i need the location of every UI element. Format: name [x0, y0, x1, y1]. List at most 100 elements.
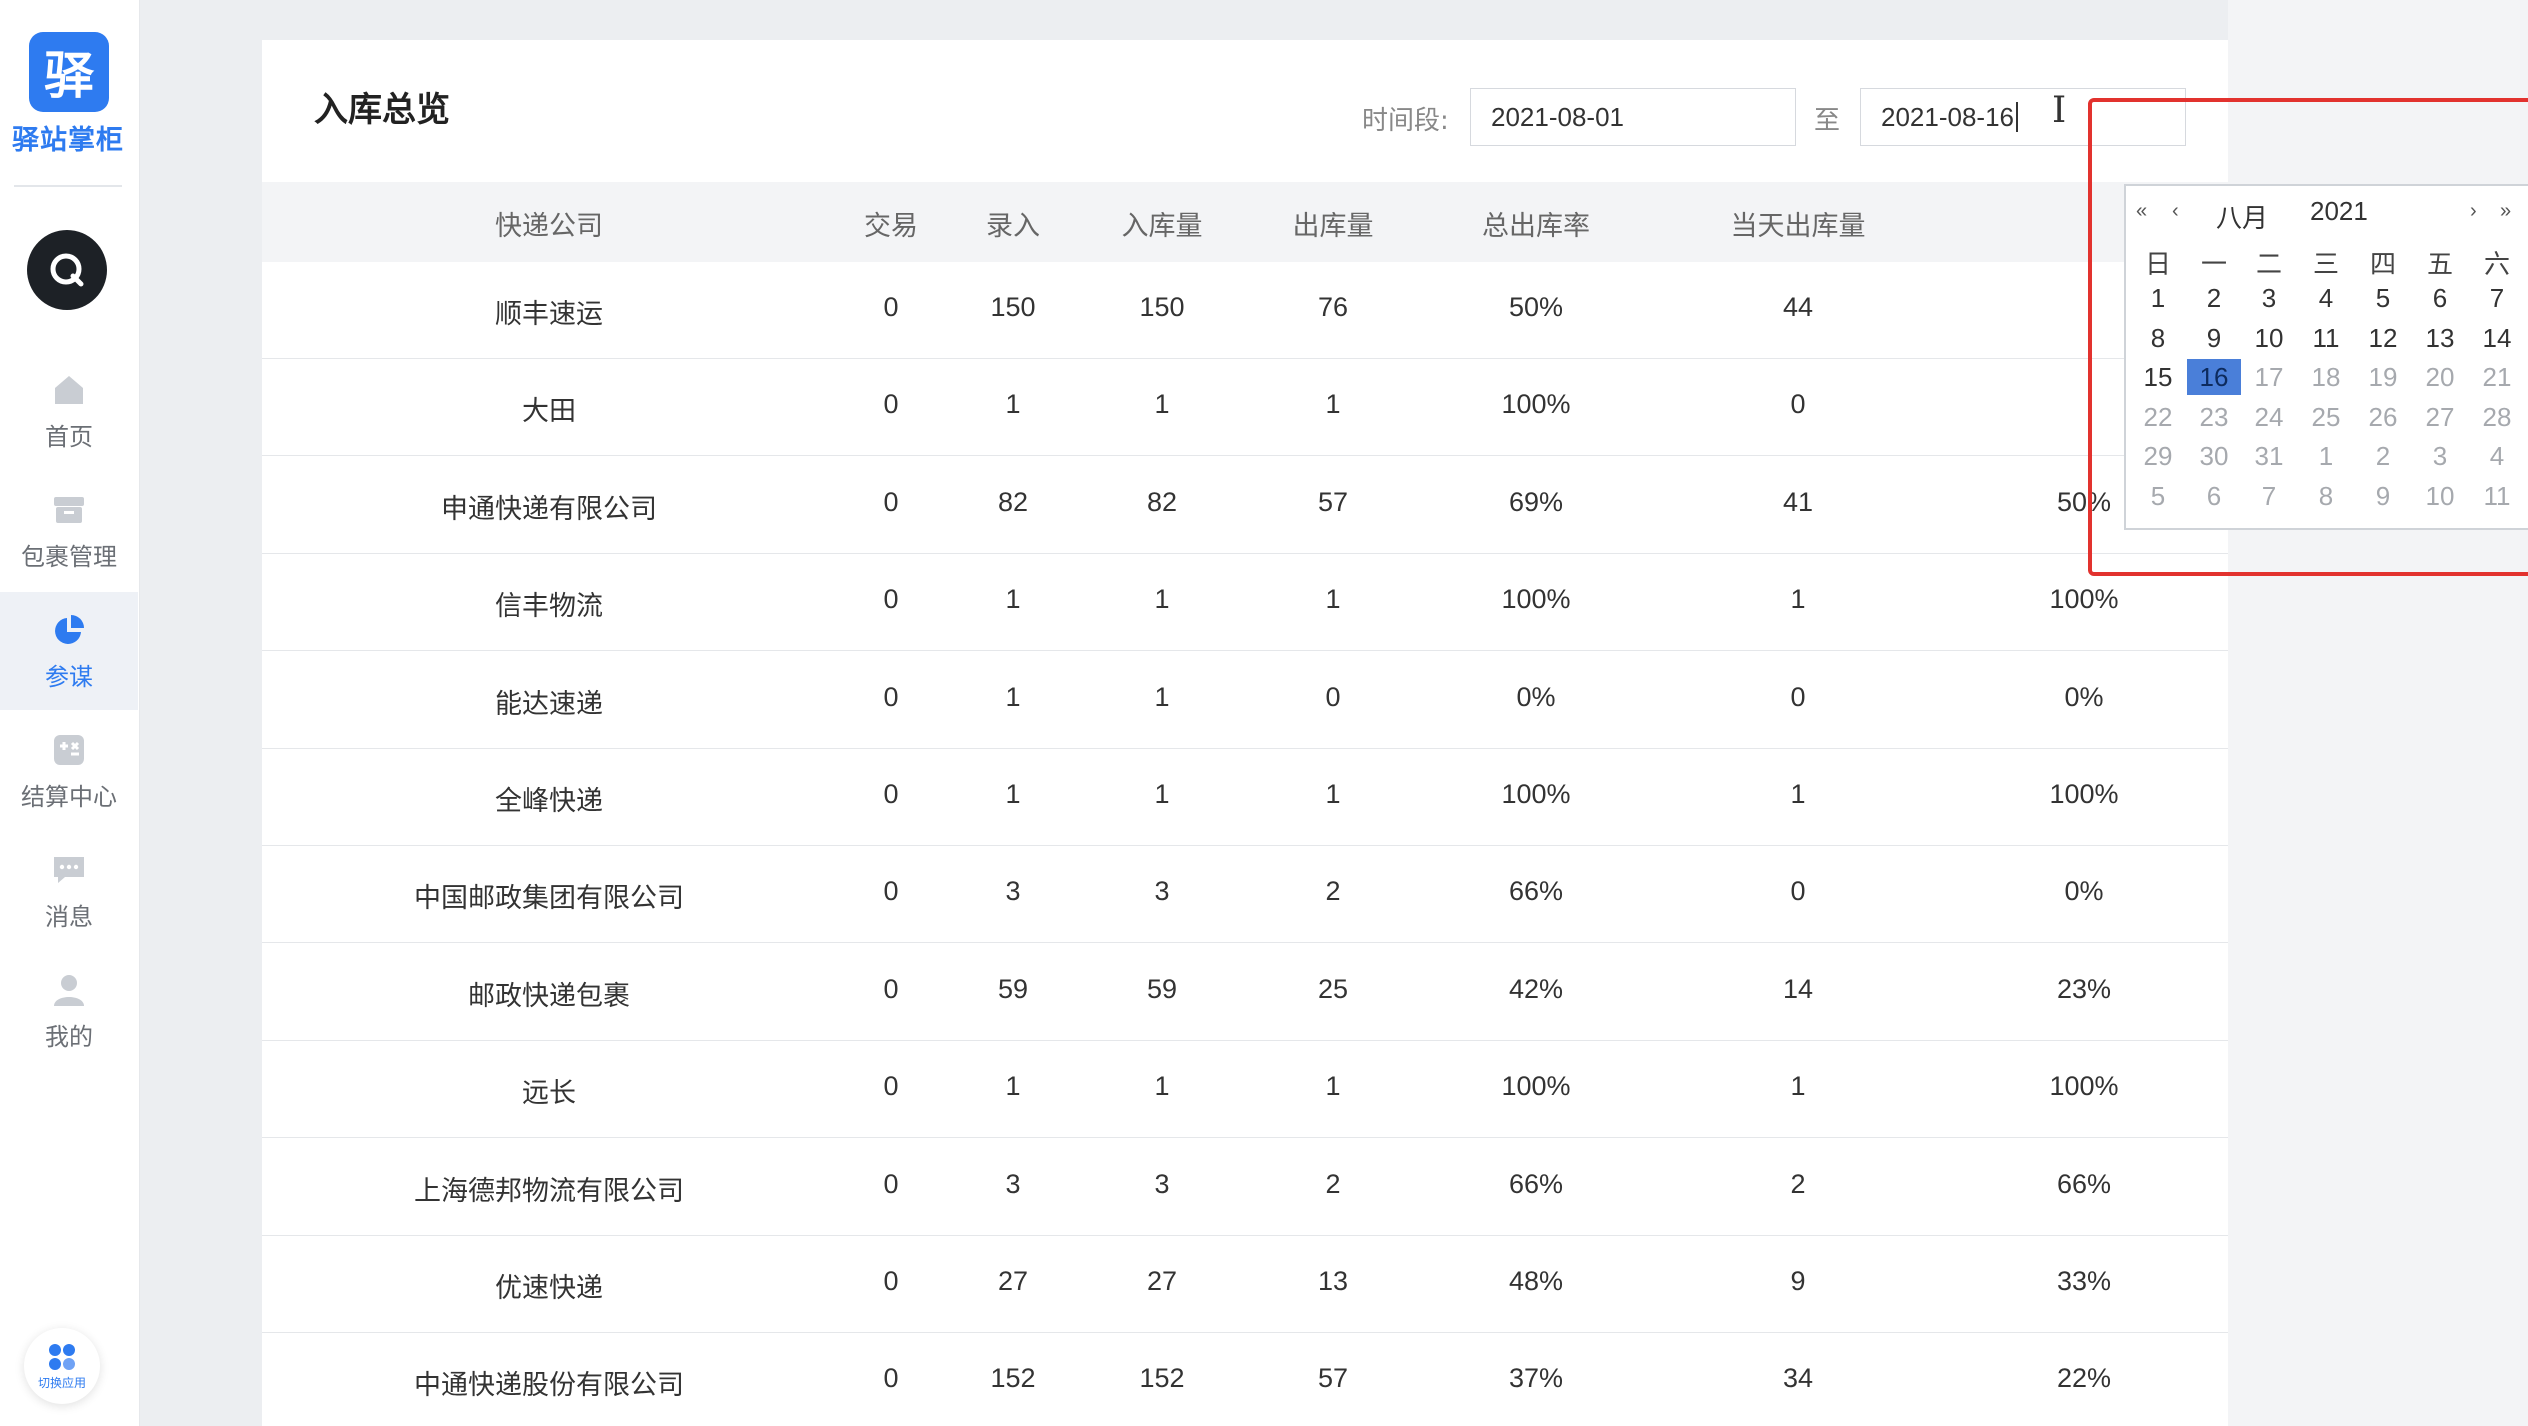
calendar-day[interactable]: 9	[2356, 478, 2410, 514]
table-cell: 0%	[2064, 876, 2104, 907]
calendar-day[interactable]: 18	[2299, 359, 2353, 395]
calendar-day[interactable]: 10	[2413, 478, 2467, 514]
table-row[interactable]: 信丰物流 0 1 1 1 100% 1 100%	[262, 554, 2228, 652]
start-date-input[interactable]: 2021-08-01	[1470, 88, 1796, 146]
table-cell: 42%	[1508, 973, 1564, 1004]
package-icon	[50, 491, 88, 529]
table-cell: 27	[1146, 1266, 1178, 1296]
calendar-day[interactable]: 11	[2299, 320, 2353, 356]
calendar-day[interactable]: 23	[2187, 399, 2241, 435]
table-cell: 0%	[2064, 681, 2104, 712]
prev-year-button[interactable]: «	[2136, 200, 2147, 223]
calendar-day[interactable]: 27	[2413, 399, 2467, 435]
table-cell: 57	[1317, 486, 1349, 517]
calendar-day[interactable]: 21	[2470, 359, 2524, 395]
search-button[interactable]	[27, 230, 107, 310]
calendar-month[interactable]: 八月	[2216, 198, 2268, 235]
calendar-day[interactable]: 15	[2131, 359, 2185, 395]
calendar-day[interactable]: 2	[2187, 280, 2241, 316]
sidebar-item-profile[interactable]: 我的	[0, 952, 138, 1070]
calendar-day[interactable]: 31	[2242, 438, 2296, 474]
start-date-value: 2021-08-01	[1491, 101, 1624, 132]
calendar-day[interactable]: 26	[2356, 399, 2410, 435]
date-range-label: 时间段:	[1362, 106, 1449, 136]
prev-month-button[interactable]: ‹	[2172, 200, 2179, 223]
calendar-day[interactable]: 5	[2131, 478, 2185, 514]
calendar-day[interactable]: 8	[2131, 320, 2185, 356]
table-cell: 1	[1154, 1071, 1170, 1102]
table-cell: 0	[883, 681, 899, 712]
calendar-day[interactable]: 13	[2413, 320, 2467, 356]
next-year-button[interactable]: »	[2500, 200, 2511, 223]
calendar-day[interactable]: 1	[2299, 438, 2353, 474]
column-header: 录入	[986, 211, 1040, 242]
table-row[interactable]: 优速快递 0 27 27 13 48% 9 33%	[262, 1236, 2228, 1333]
table-cell: 2	[1790, 1168, 1806, 1199]
calendar-day[interactable]: 28	[2470, 399, 2524, 435]
table-row[interactable]: 上海德邦物流有限公司 0 3 3 2 66% 2 66%	[262, 1139, 2228, 1236]
sidebar-item-messages[interactable]: 消息	[0, 832, 138, 950]
table-cell: 0	[883, 1363, 899, 1394]
calendar-day[interactable]: 3	[2413, 438, 2467, 474]
next-month-button[interactable]: ›	[2470, 200, 2477, 223]
table-row[interactable]: 邮政快递包裹 0 59 59 25 42% 14 23%	[262, 944, 2228, 1041]
sidebar-item-settlement[interactable]: 结算中心	[0, 712, 138, 830]
table-row[interactable]: 中通快递股份有限公司 0 152 152 57 37% 34 22%	[262, 1333, 2228, 1426]
calendar-day[interactable]: 10	[2242, 320, 2296, 356]
calendar-day[interactable]: 8	[2299, 478, 2353, 514]
table-row[interactable]: 能达速递 0 1 1 0 0% 0 0%	[262, 652, 2228, 749]
calendar-day[interactable]: 19	[2356, 359, 2410, 395]
calendar-day[interactable]: 24	[2242, 399, 2296, 435]
table-cell: 0	[883, 1266, 899, 1296]
table-row[interactable]: 远长 0 1 1 1 100% 1 100%	[262, 1041, 2228, 1139]
table-cell: 1	[1790, 584, 1806, 615]
calendar-day[interactable]: 11	[2470, 478, 2524, 514]
table-cell: 44	[1782, 292, 1814, 322]
calendar-day[interactable]: 9	[2187, 320, 2241, 356]
table-cell: 1	[1154, 681, 1170, 712]
sidebar-item-packages[interactable]: 包裹管理	[0, 472, 138, 590]
page-title: 入库总览	[314, 90, 450, 130]
search-icon	[50, 253, 84, 287]
calendar-day[interactable]: 30	[2187, 438, 2241, 474]
calendar-day[interactable]: 3	[2242, 280, 2296, 316]
table-row[interactable]: 中国邮政集团有限公司 0 3 3 2 66% 0 0%	[262, 846, 2228, 944]
table-cell: 1	[1154, 389, 1170, 420]
calendar-day[interactable]: 20	[2413, 359, 2467, 395]
sidebar-item-home[interactable]: 首页	[0, 352, 138, 470]
calendar-day[interactable]: 25	[2299, 399, 2353, 435]
calendar-day[interactable]: 12	[2356, 320, 2410, 356]
calendar-year[interactable]: 2021	[2310, 196, 2368, 227]
table-row[interactable]: 申通快递有限公司 0 82 82 57 69% 41 50%	[262, 457, 2228, 554]
table-row[interactable]: 顺丰速运 0 150 150 76 50% 44	[262, 262, 2228, 359]
column-header: 入库量	[1121, 211, 1203, 242]
calendar-day[interactable]: 6	[2413, 280, 2467, 316]
table-cell: 0	[1790, 389, 1806, 420]
table-row[interactable]: 大田 0 1 1 1 100% 0	[262, 359, 2228, 457]
calendar-day[interactable]: 6	[2187, 478, 2241, 514]
calendar-day[interactable]: 4	[2299, 280, 2353, 316]
calendar-day[interactable]: 1	[2131, 280, 2185, 316]
calendar-day[interactable]: 2	[2356, 438, 2410, 474]
calendar-day[interactable]: 5	[2356, 280, 2410, 316]
calendar-day[interactable]: 14	[2470, 320, 2524, 356]
courier-name-cell: 顺丰速运	[495, 299, 603, 330]
table-cell: 27	[997, 1266, 1029, 1296]
column-header: 交易	[864, 211, 918, 242]
calendar-day[interactable]: 22	[2131, 399, 2185, 435]
calendar-day[interactable]: 7	[2470, 280, 2524, 316]
calendar-day[interactable]: 7	[2242, 478, 2296, 514]
calendar-day[interactable]: 17	[2242, 359, 2296, 395]
table-cell: 0	[883, 779, 899, 809]
table-cell: 152	[1139, 1363, 1185, 1394]
sidebar-item-advisor[interactable]: 参谋	[0, 592, 138, 710]
calendar-day[interactable]: 4	[2470, 438, 2524, 474]
table-cell: 152	[990, 1363, 1036, 1394]
app-logo[interactable]: 驿	[29, 32, 109, 112]
switch-app-button[interactable]: 切换应用	[24, 1328, 100, 1404]
date-range-separator: 至	[1814, 106, 1841, 136]
table-cell: 82	[1146, 486, 1178, 517]
table-row[interactable]: 全峰快递 0 1 1 1 100% 1 100%	[262, 749, 2228, 846]
calendar-day-selected[interactable]: 16	[2187, 359, 2241, 396]
calendar-day[interactable]: 29	[2131, 438, 2185, 474]
